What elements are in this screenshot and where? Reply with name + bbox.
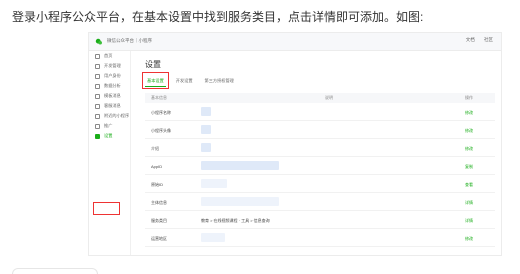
- row-action[interactable]: 详情: [465, 218, 473, 224]
- sidebar-item-label: 推广: [104, 123, 113, 128]
- topbar: 微信公众平台｜小程序 文档 社区: [89, 33, 501, 51]
- tab-dev-settings[interactable]: 开发设置: [174, 75, 195, 87]
- tab-third-party[interactable]: 第三方授权管理: [203, 75, 236, 87]
- sidebar-item-dev[interactable]: 开发管理: [89, 61, 130, 71]
- row-name: 服务类目: [151, 218, 167, 223]
- sidebar-item-service[interactable]: 客服消息: [89, 101, 130, 111]
- table-header-info: 基本信息: [151, 95, 167, 100]
- user-icon: [95, 73, 100, 79]
- row-action[interactable]: 修改: [465, 146, 473, 152]
- row-action[interactable]: 详情: [465, 200, 473, 206]
- sidebar-highlight-box: [93, 202, 120, 215]
- topbar-title: 微信公众平台｜小程序: [107, 38, 152, 43]
- row-name: AppID: [151, 164, 163, 169]
- table-row: 主体信息 详情: [145, 193, 495, 211]
- row-action[interactable]: 复制: [465, 164, 473, 170]
- code-icon: [95, 63, 100, 69]
- row-name: 小程序头像: [151, 128, 171, 133]
- service-icon: [95, 103, 100, 109]
- table-row: 原始ID 查看: [145, 175, 495, 193]
- blurred-value: [201, 233, 225, 242]
- row-value: 教育 > 在线视频课程 · 工具 > 信息查询: [201, 218, 270, 223]
- settings-table: 基本信息 说明 操作 小程序名称 修改 小程序头像 修改 介绍 修改 AppID…: [145, 93, 495, 255]
- sidebar-item-label: 附近的小程序: [104, 113, 130, 118]
- table-header: 基本信息 说明 操作: [145, 93, 495, 103]
- topbar-link-community[interactable]: 社区: [484, 37, 493, 42]
- topbar-link-docs[interactable]: 文档: [466, 37, 475, 42]
- promote-icon: [95, 123, 100, 129]
- sidebar-item-template[interactable]: 模板消息: [89, 91, 130, 101]
- sidebar-item-home[interactable]: 首页: [89, 51, 130, 61]
- wechat-logo-icon: [95, 38, 102, 45]
- table-row: 小程序名称 修改: [145, 103, 495, 121]
- row-action[interactable]: 查看: [465, 182, 473, 188]
- sidebar-item-nearby[interactable]: 附近的小程序: [89, 111, 130, 121]
- table-row: 介绍 修改: [145, 139, 495, 157]
- message-icon: [95, 93, 100, 99]
- row-action[interactable]: 修改: [465, 236, 473, 242]
- table-header-desc: 说明: [325, 95, 333, 100]
- table-row: AppID 复制: [145, 157, 495, 175]
- sidebar-item-label: 数据分析: [104, 83, 121, 88]
- chart-icon: [95, 83, 100, 89]
- page: 登录小程序公众平台，在基本设置中找到服务类目，点击详情即可添加。如图: 微信公众…: [0, 0, 520, 274]
- table-row: 服务类目 教育 > 在线视频课程 · 工具 > 信息查询 详情: [145, 211, 495, 229]
- content: 设置 基本设置 开发设置 第三方授权管理 基本信息 说明 操作 小程序名称 修改: [137, 51, 499, 255]
- blurred-avatar: [201, 125, 211, 134]
- row-name: 原始ID: [151, 182, 163, 187]
- sidebar-item-analytics[interactable]: 数据分析: [89, 81, 130, 91]
- page-title: 设置: [145, 60, 161, 69]
- tab-highlight-box: [142, 72, 169, 89]
- blurred-value: [201, 161, 279, 170]
- settings-icon: [95, 133, 100, 139]
- table-header-action: 操作: [465, 95, 473, 100]
- home-icon: [95, 53, 100, 59]
- sidebar-item-user[interactable]: 用户身份: [89, 71, 130, 81]
- sidebar: 首页 开发管理 用户身份 数据分析 模板消息 客服消息 附近的小程序 推广 设置: [89, 51, 131, 255]
- row-action[interactable]: 修改: [465, 110, 473, 116]
- sidebar-item-settings[interactable]: 设置: [89, 131, 130, 141]
- topbar-links: 文档 社区: [458, 37, 493, 43]
- row-name: 介绍: [151, 146, 159, 151]
- location-icon: [95, 113, 100, 119]
- sidebar-item-label: 用户身份: [104, 73, 121, 78]
- intro-text: 登录小程序公众平台，在基本设置中找到服务类目，点击详情即可添加。如图:: [12, 10, 424, 24]
- sidebar-item-label: 模板消息: [104, 93, 121, 98]
- blurred-value: [201, 179, 227, 188]
- row-name: 运营地区: [151, 236, 167, 241]
- table-row: 运营地区 修改: [145, 229, 495, 247]
- sidebar-item-label: 设置: [104, 133, 113, 138]
- row-name: 小程序名称: [151, 110, 171, 115]
- blurred-value: [201, 197, 279, 206]
- screenshot-frame: 微信公众平台｜小程序 文档 社区 首页 开发管理 用户身份 数据分析 模板消息 …: [88, 32, 502, 256]
- blurred-value: [201, 143, 211, 152]
- footer-button[interactable]: [12, 268, 98, 274]
- table-row: 小程序头像 修改: [145, 121, 495, 139]
- row-action[interactable]: 修改: [465, 128, 473, 134]
- sidebar-item-label: 开发管理: [104, 63, 121, 68]
- sidebar-item-label: 首页: [104, 53, 113, 58]
- sidebar-item-promote[interactable]: 推广: [89, 121, 130, 131]
- blurred-value: [201, 107, 211, 116]
- sidebar-item-label: 客服消息: [104, 103, 121, 108]
- row-name: 主体信息: [151, 200, 167, 205]
